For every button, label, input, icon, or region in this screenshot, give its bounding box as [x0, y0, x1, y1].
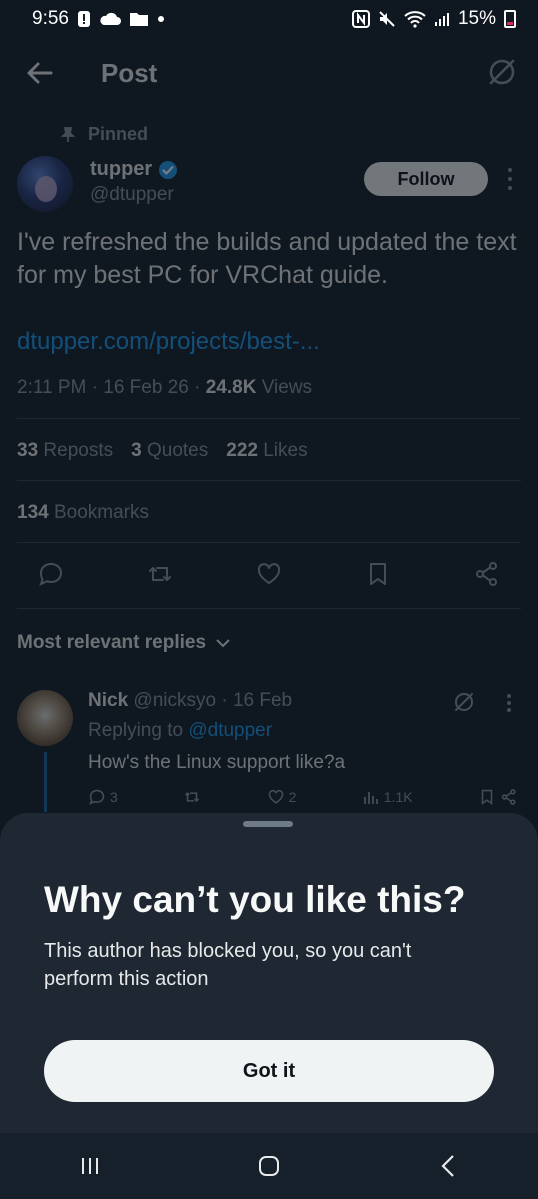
replies-sort-dropdown[interactable]: Most relevant replies	[17, 632, 230, 654]
page-title: Post	[101, 58, 158, 88]
reply-text: How's the Linux support like?a	[88, 752, 346, 773]
reply-more-options-icon[interactable]	[505, 694, 513, 712]
post-time: 2:11 PM	[17, 377, 87, 398]
back-chevron-icon	[441, 1155, 455, 1177]
cloud-icon	[100, 12, 121, 25]
reply-action-bar: 3 2 1.1K	[88, 788, 518, 806]
post-action-bar	[17, 560, 521, 596]
views-label: Views	[261, 377, 313, 398]
divider	[17, 418, 521, 419]
pinned-label: Pinned	[60, 124, 148, 145]
verified-badge-icon	[159, 160, 178, 179]
replying-to-handle[interactable]: @dtupper	[188, 720, 272, 741]
likes-stat[interactable]: 222 Likes	[226, 440, 307, 462]
sheet-drag-handle[interactable]	[243, 821, 293, 827]
repost-icon	[185, 792, 200, 802]
share-icon[interactable]	[473, 560, 501, 588]
home-icon	[258, 1156, 279, 1176]
reply-avatar[interactable]	[17, 690, 73, 746]
got-it-button[interactable]: Got it	[44, 1040, 494, 1102]
sheet-body: This author has blocked you, so you can'…	[44, 940, 412, 990]
reply-icon	[89, 789, 105, 805]
dot-icon	[157, 16, 164, 22]
reply-reply-button[interactable]: 3	[88, 788, 118, 806]
battery-percent: 15%	[457, 8, 496, 29]
grok-icon[interactable]	[486, 56, 518, 88]
replying-to: Replying to @dtupper	[88, 720, 273, 741]
chevron-down-icon	[216, 639, 230, 648]
system-nav-bar	[0, 1133, 538, 1199]
author-avatar[interactable]	[17, 156, 73, 212]
divider	[17, 542, 521, 543]
like-icon	[268, 789, 283, 804]
pin-icon	[60, 126, 76, 142]
views-count: 24.8K	[205, 377, 257, 398]
home-button[interactable]	[249, 1146, 289, 1186]
bookmarks-stat: 134 Bookmarks	[17, 502, 150, 523]
like-icon[interactable]	[255, 560, 283, 588]
quotes-stat[interactable]: 3 Quotes	[131, 440, 208, 462]
reply-bookmark-share[interactable]	[478, 788, 518, 806]
post-link[interactable]: dtupper.com/projects/best-...	[17, 328, 320, 356]
post-text: I've refreshed the builds and updated th…	[17, 228, 517, 289]
mute-icon	[379, 11, 395, 27]
back-button[interactable]	[428, 1146, 468, 1186]
author-name-row[interactable]: tupper	[90, 158, 178, 181]
follow-button[interactable]: Follow	[364, 162, 488, 196]
back-arrow-icon[interactable]	[24, 58, 54, 88]
signal-icon	[434, 13, 449, 26]
author-name[interactable]: tupper	[90, 158, 152, 181]
views-icon	[363, 792, 378, 804]
sheet-title: Why can’t you like this?	[44, 879, 466, 920]
top-app-bar: Post	[0, 44, 538, 104]
engagement-stats: 33 Reposts 3 Quotes 222 Likes	[17, 440, 308, 462]
post-meta: 2:11 PM · 16 Feb 26 · 24.8K Views	[17, 377, 313, 398]
status-bar: 9:56 15%	[0, 0, 538, 38]
reply-views-button[interactable]: 1.1K	[362, 788, 413, 806]
reply-repost-button[interactable]	[183, 788, 201, 806]
divider	[17, 480, 521, 481]
grok-icon[interactable]	[452, 690, 476, 714]
battery-icon	[504, 10, 516, 28]
wifi-icon	[404, 11, 426, 28]
blocked-bottom-sheet: Why can’t you like this? This author has…	[0, 813, 538, 1133]
recents-icon	[81, 1158, 98, 1174]
more-options-icon[interactable]	[504, 168, 516, 190]
repost-icon[interactable]	[146, 560, 174, 588]
post-date: 16 Feb 26	[103, 377, 189, 398]
nfc-icon	[351, 10, 370, 28]
reply-thread-line	[44, 752, 47, 812]
share-icon	[501, 789, 516, 805]
reply-author-handle[interactable]: @nicksyo	[133, 690, 216, 711]
alert-icon	[77, 11, 90, 27]
reply-like-button[interactable]: 2	[267, 788, 296, 806]
author-handle[interactable]: @dtupper	[90, 184, 174, 206]
bookmark-icon[interactable]	[364, 560, 392, 588]
reply-icon[interactable]	[37, 560, 65, 588]
reposts-stat[interactable]: 33 Reposts	[17, 440, 113, 462]
status-time: 9:56	[32, 8, 69, 29]
bookmark-icon	[481, 789, 493, 805]
recents-button[interactable]	[70, 1146, 110, 1186]
divider	[17, 608, 521, 609]
reply-header: Nick @nicksyo · 16 Feb	[88, 690, 293, 711]
reply-date: 16 Feb	[232, 690, 293, 711]
reply-author-name[interactable]: Nick	[88, 690, 128, 711]
folder-icon	[129, 13, 148, 26]
